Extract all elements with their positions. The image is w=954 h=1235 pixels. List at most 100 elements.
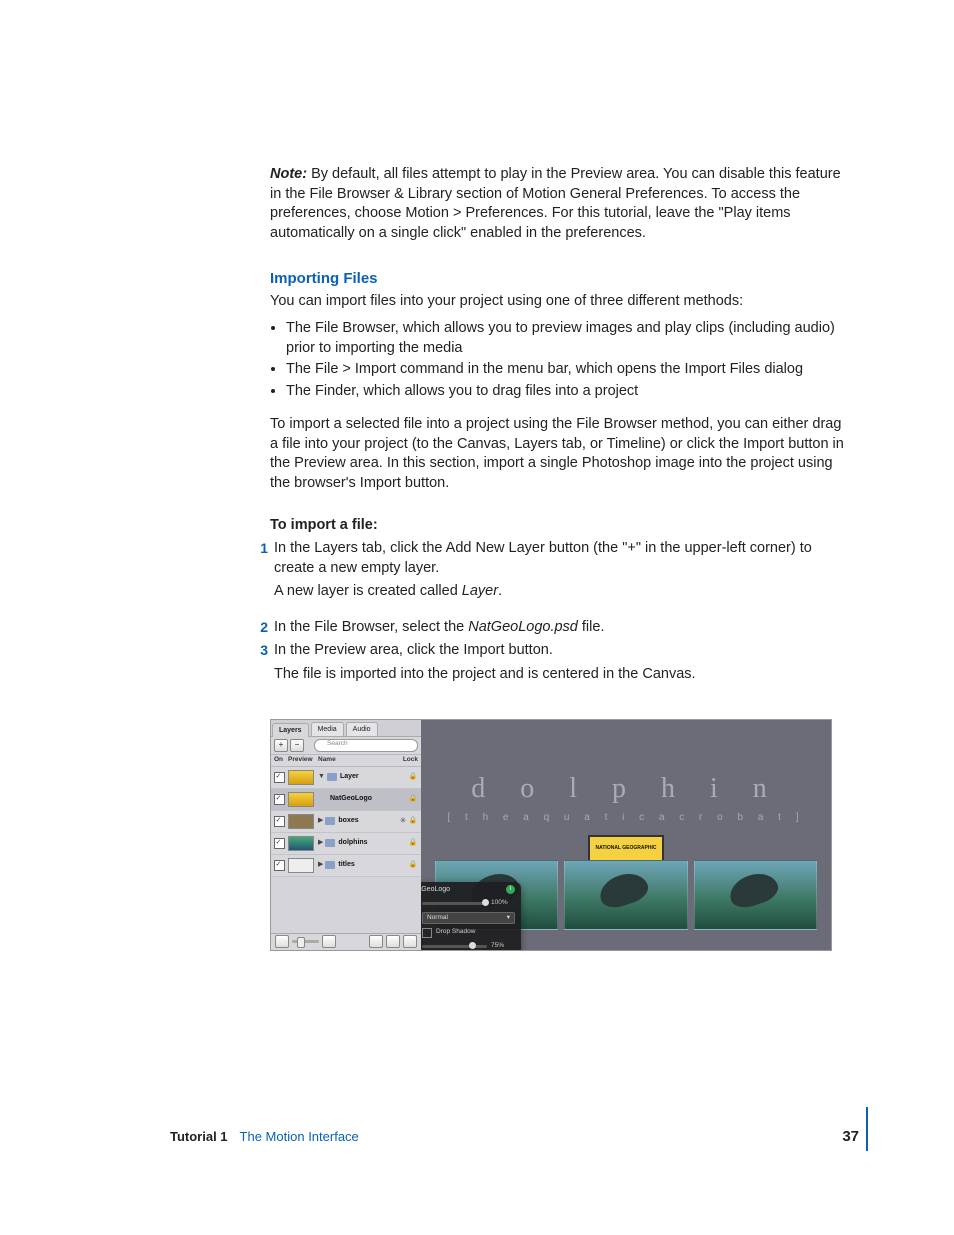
layer-checkbox[interactable] [274,816,285,827]
canvas-subtitle: [ t h e a q u a t i c a c r o b a t ] [421,811,831,825]
section-heading-importing: Importing Files [270,269,844,289]
column-headers: On Preview Name Lock [271,755,421,767]
tab-layers[interactable]: Layers [272,723,309,737]
step-3: 3 In the Preview area, click the Import … [270,641,844,696]
chevron-right-icon[interactable]: ▶ [318,838,323,847]
step-followup: The file is imported into the project an… [274,665,844,685]
layer-thumbnail [288,858,314,873]
layer-checkbox[interactable] [274,838,285,849]
natgeo-logo[interactable]: NATIONAL GEOGRAPHIC [588,835,664,863]
steps-heading: To import a file: [270,516,844,536]
zoom-slider[interactable] [292,940,319,943]
importing-bullets: The File Browser, which allows you to pr… [270,319,844,401]
bullet-item: The File > Import command in the menu ba… [286,360,844,380]
bullet-item: The Finder, which allows you to drag fil… [286,382,844,402]
layer-name: boxes [338,816,398,825]
col-preview: Preview [288,756,318,765]
layer-row[interactable]: ▶ dolphins 🔒 [271,833,421,855]
hud-titlebar[interactable]: × Image: NatGeoLogo i [421,882,521,897]
bottom-button[interactable] [369,935,383,948]
layer-thumbnail [288,792,314,807]
hud-title-text: Image: NatGeoLogo [421,885,450,894]
hud-blend-select[interactable]: Normal▾ [422,912,515,924]
chevron-right-icon[interactable]: ▶ [318,860,323,869]
layer-thumbnail [288,836,314,851]
canvas-panel: d o l p h i n [ t h e a q u a t i c a c … [421,720,831,950]
note-label: Note: [270,166,307,182]
footer-tutorial-label: Tutorial 1 [170,1128,228,1146]
gear-icon[interactable]: ✳ [398,816,408,827]
folder-icon [325,817,335,825]
layer-name: Layer [340,772,408,781]
lock-icon[interactable]: 🔒 [408,816,418,825]
page-footer: Tutorial 1 The Motion Interface 37 [170,1127,859,1147]
tab-audio[interactable]: Audio [346,722,378,736]
step-body: In the File Browser, select the NatGeoLo… [274,618,844,638]
lock-icon[interactable]: 🔒 [408,860,418,869]
chevron-right-icon[interactable]: ▶ [318,816,323,825]
folder-icon [325,839,335,847]
step-followup: A new layer is created called Layer. [274,582,844,602]
folder-icon [325,861,335,869]
step-list: 1 In the Layers tab, click the Add New L… [270,539,844,696]
app-screenshot: Layers Media Audio + − Search On Preview… [270,719,832,951]
lock-icon[interactable]: 🔒 [408,772,418,781]
chevron-down-icon: ▾ [507,913,510,923]
layer-row[interactable]: NatGeoLogo 🔒 [271,789,421,811]
canvas[interactable]: d o l p h i n [ t h e a q u a t i c a c … [421,720,831,950]
layers-toolbar: + − Search [271,737,421,755]
layer-name: titles [338,860,408,869]
hud-dropshadow-check[interactable] [422,928,432,938]
footer-page-number: 37 [842,1127,859,1147]
step-1: 1 In the Layers tab, click the Add New L… [270,539,844,614]
panel-tabs: Layers Media Audio [271,720,421,737]
hud-opacity2-value: 75% [491,942,515,950]
search-input[interactable]: Search [314,739,418,752]
lock-icon[interactable]: 🔒 [408,794,418,803]
importing-intro: You can import files into your project u… [270,292,844,312]
note-body: By default, all files attempt to play in… [270,166,841,241]
bullet-item: The File Browser, which allows you to pr… [286,319,844,358]
dolphin-frame [694,860,817,930]
footer-title: The Motion Interface [240,1128,843,1146]
step-number: 1 [250,539,274,558]
canvas-watermark: d o l p h i n [ t h e a q u a t i c a c … [421,770,831,825]
add-layer-button[interactable]: + [274,739,288,752]
footer-rule [866,1107,868,1151]
layer-row[interactable]: ▶ boxes ✳ 🔒 [271,811,421,833]
hud-opacity-slider[interactable] [422,902,487,905]
step-number: 3 [250,641,274,660]
chevron-down-icon[interactable]: ▼ [318,772,325,781]
layer-row[interactable]: ▼ Layer 🔒 [271,767,421,789]
layer-checkbox[interactable] [274,772,285,783]
layer-thumbnail [288,770,314,785]
panel-bottom-bar [271,933,421,950]
note-paragraph: Note: By default, all files attempt to p… [270,165,844,243]
bottom-button[interactable] [386,935,400,948]
layers-panel: Layers Media Audio + − Search On Preview… [271,720,421,950]
col-name: Name [318,756,398,765]
lock-icon[interactable]: 🔒 [408,838,418,847]
bottom-button[interactable] [322,935,336,948]
layer-name: dolphins [338,838,408,847]
remove-layer-button[interactable]: − [290,739,304,752]
tab-media[interactable]: Media [311,722,344,736]
layer-checkbox[interactable] [274,860,285,871]
info-icon[interactable]: i [506,885,515,894]
dolphin-frame [564,860,687,930]
importing-para2: To import a selected file into a project… [270,415,844,493]
hud-dropshadow-label: Drop Shadow [436,928,475,937]
bottom-button[interactable] [275,935,289,948]
bottom-button[interactable] [403,935,417,948]
hud-opacity2-slider[interactable] [422,945,487,948]
step-2: 2 In the File Browser, select the NatGeo… [270,618,844,638]
folder-icon [327,773,337,781]
layer-checkbox[interactable] [274,794,285,805]
step-body: In the Layers tab, click the Add New Lay… [274,540,812,576]
layer-thumbnail [288,814,314,829]
layer-name: NatGeoLogo [330,794,408,803]
hud-opacity-value: 100% [491,899,515,908]
col-lock: Lock [398,756,418,765]
layer-row[interactable]: ▶ titles 🔒 [271,855,421,877]
hud-inspector[interactable]: × Image: NatGeoLogo i Opacity 100% Blend… [421,882,521,950]
